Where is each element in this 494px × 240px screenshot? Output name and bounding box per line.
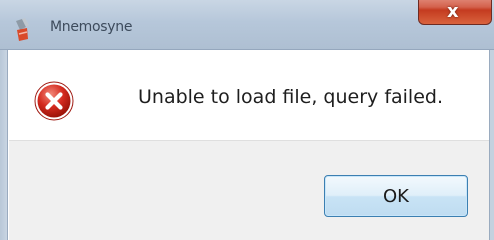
error-message: Unable to load file, query failed. <box>138 86 444 108</box>
title-bar[interactable]: Mnemosyne x <box>0 0 494 50</box>
window-frame-right <box>489 50 494 240</box>
mnemosyne-app-icon <box>16 18 29 41</box>
ok-button[interactable]: OK <box>324 175 468 217</box>
error-icon <box>34 81 74 121</box>
window-frame-left <box>0 50 8 240</box>
window-title: Mnemosyne <box>50 19 133 35</box>
close-button[interactable]: x <box>418 0 492 25</box>
close-icon: x <box>447 1 459 22</box>
